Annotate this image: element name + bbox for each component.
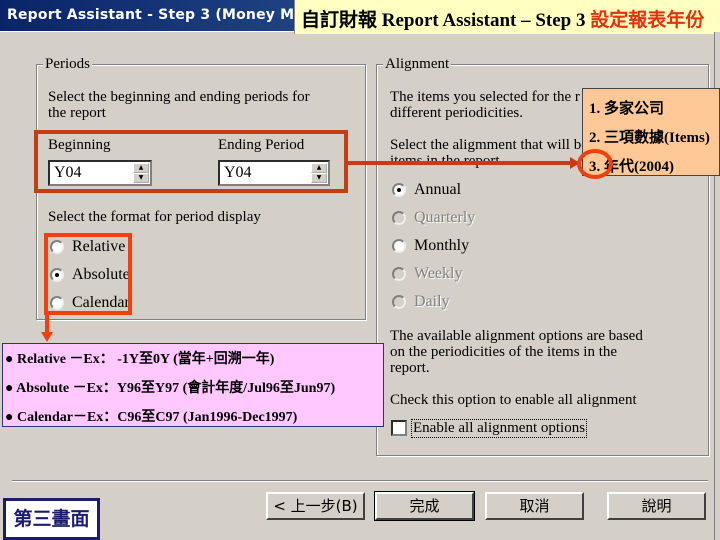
enable-all-checkbox[interactable] (391, 420, 407, 436)
alignment-monthly-label: Monthly (414, 237, 470, 254)
period-arrow-line (348, 161, 572, 165)
callout-item-1: 1. 多家公司 (589, 101, 665, 117)
callout-item-2: 2. 三項數據(Items) (589, 130, 710, 146)
periods-legend: Periods (43, 56, 92, 72)
example-calendar: ● Calendar－Ex：C96至C97 (Jan1996-Dec1997) (5, 410, 298, 425)
alignment-desc2-line1: Select the aligmment that will be (390, 137, 588, 153)
callout-title: 自訂財報 Report Assistant – Step 3 設定報表年份 (294, 0, 720, 34)
page-label: 第三畫面 (3, 498, 100, 540)
format-highlight-box (44, 233, 132, 315)
format-arrow-line (45, 315, 49, 333)
alignment-note-line3: report. (390, 360, 430, 376)
alignment-legend: Alignment (383, 56, 452, 72)
radio-disabled-icon (392, 211, 406, 225)
format-examples-box: ● Relative －Ex： -1Y至0Y (當年+回溯一年) ● Absol… (2, 343, 384, 427)
radio-disabled-icon (392, 267, 406, 281)
alignment-note-line1: The available alignment options are base… (390, 328, 643, 344)
back-button[interactable]: < 上一步(B) (266, 492, 365, 520)
period-highlight-box (34, 130, 348, 193)
alignment-daily-label: Daily (414, 293, 450, 310)
alignment-desc1-line2: different periodicities. (390, 105, 524, 121)
radio-checked-icon[interactable] (392, 183, 406, 197)
periods-description-2: the report (48, 105, 106, 121)
alignment-desc1-line1: The items you selected for the r (390, 89, 580, 105)
check-prompt: Check this option to enable all alignmen… (390, 392, 637, 408)
example-relative: ● Relative －Ex： -1Y至0Y (當年+回溯一年) (5, 352, 275, 367)
alignment-note-line2: on the periodicities of the items in the (390, 344, 618, 360)
finish-button[interactable]: 完成 (374, 491, 475, 521)
highlight-circle (577, 149, 613, 179)
cancel-button[interactable]: 取消 (485, 492, 584, 520)
alignment-weekly-label: Weekly (414, 265, 463, 282)
separator (12, 480, 708, 482)
radio-icon[interactable] (392, 239, 406, 253)
arrow-down-icon (41, 332, 53, 342)
radio-disabled-icon (392, 295, 406, 309)
alignment-annual-label: Annual (414, 181, 462, 198)
format-label: Select the format for period display (48, 209, 261, 225)
window-title: Report Assistant - Step 3 (Money Man (7, 7, 315, 23)
help-button[interactable]: 說明 (607, 492, 706, 520)
enable-all-label[interactable]: Enable all alignment options (411, 419, 588, 438)
example-absolute: ● Absolute －Ex：Y96至Y97 (會計年度/Jul96至Jun97… (5, 381, 336, 396)
periods-description-1: Select the beginning and ending periods … (48, 89, 310, 105)
callout-title-prefix: 自訂財報 Report Assistant – Step 3 (301, 10, 591, 31)
callout-title-highlight: 設定報表年份 (590, 10, 705, 31)
alignment-quarterly-label: Quarterly (414, 209, 476, 226)
